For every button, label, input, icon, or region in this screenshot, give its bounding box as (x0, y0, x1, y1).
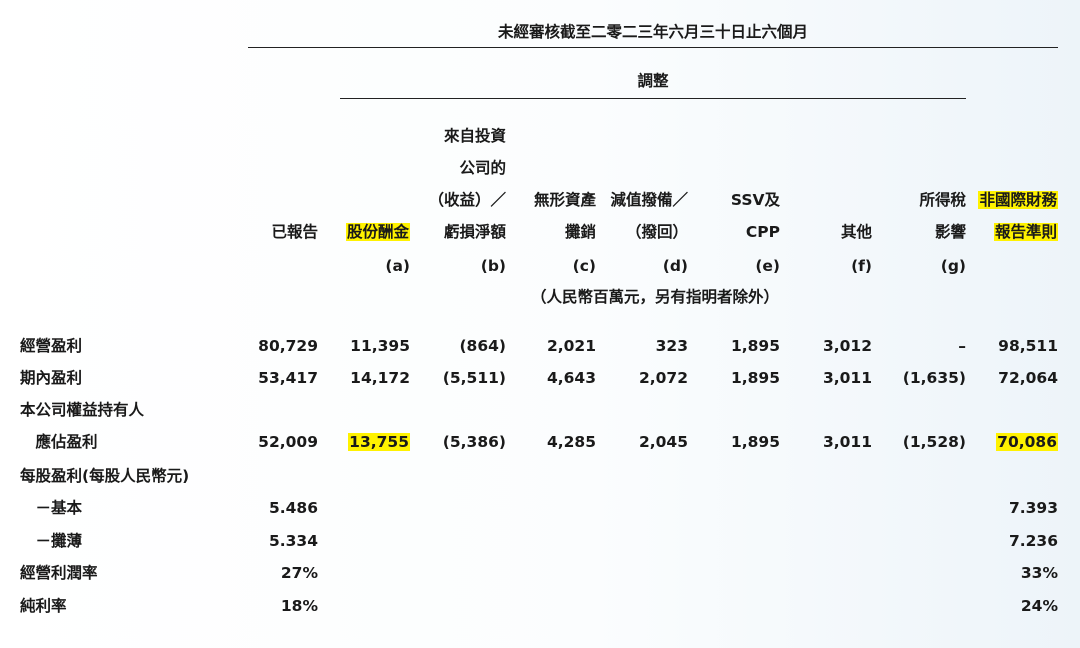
cell-value: 7.393 (1008, 499, 1058, 517)
row-label: 每股盈利(每股人民幣元) (20, 467, 190, 485)
table-cell: 11,395 (310, 336, 410, 356)
cell-value: 3,012 (822, 337, 872, 355)
column-tag: (c) (572, 257, 596, 275)
table-cell: (1,635) (866, 368, 966, 388)
column-header-text: 公司的 (459, 159, 506, 177)
table-cell: 1,895 (680, 368, 780, 388)
cell-value: 14,172 (350, 369, 410, 387)
row-label: 期內盈利 (20, 369, 83, 387)
row-label: 經營利潤率 (20, 564, 98, 582)
column-header-line: 公司的 (376, 158, 506, 178)
column-header-line: 來自投資 (376, 126, 506, 146)
cell-value: (1,635) (902, 369, 966, 387)
table-cell: 53,417 (218, 368, 318, 388)
adjustments-label: 調整 (637, 72, 669, 90)
table-cell: – (866, 336, 966, 356)
table-cell: 70,086 (958, 432, 1058, 452)
adjustments-rule (340, 98, 966, 99)
cell-value: 7.236 (1008, 532, 1058, 550)
cell-value: 5.334 (268, 532, 318, 550)
table-cell: 1,895 (680, 336, 780, 356)
row-label: －基本 (20, 499, 83, 517)
cell-value: 3,011 (822, 369, 872, 387)
table-title: 未經審核截至二零二三年六月三十日止六個月 (497, 23, 808, 41)
column-header-text: 報告準則 (993, 223, 1058, 241)
row-label: －攤薄 (20, 532, 83, 550)
table-cell: 7.393 (958, 498, 1058, 518)
table-cell: (1,528) (866, 432, 966, 452)
table-cell: 52,009 (218, 432, 318, 452)
table-cell: 14,172 (310, 368, 410, 388)
table-cell: (5,511) (406, 368, 506, 388)
column-tag: (a) (385, 257, 410, 275)
column-header-text: 來自投資 (443, 127, 506, 145)
table-cell: 18% (218, 596, 318, 616)
column-header-text: 非國際財務 (978, 191, 1058, 209)
table-cell: 1,895 (680, 432, 780, 452)
row-label: 應佔盈利 (20, 433, 98, 451)
column-tag: (b) (480, 257, 506, 275)
cell-value: (1,528) (902, 433, 966, 451)
cell-value: 3,011 (822, 433, 872, 451)
column-tag: (d) (662, 257, 688, 275)
table-cell: 4,285 (496, 432, 596, 452)
table-cell: 2,072 (588, 368, 688, 388)
cell-value: 27% (280, 564, 318, 582)
table-cell: 24% (958, 596, 1058, 616)
table-cell: 72,064 (958, 368, 1058, 388)
table-cell: 7.236 (958, 531, 1058, 551)
column-tag: (e) (755, 257, 780, 275)
table-cell: 80,729 (218, 336, 318, 356)
column-header-line: 報告準則 (928, 222, 1058, 242)
cell-value: 72,064 (998, 369, 1058, 387)
cell-value: 5.486 (268, 499, 318, 517)
table-cell: 98,511 (958, 336, 1058, 356)
table-cell: 2,045 (588, 432, 688, 452)
table-cell: 4,643 (496, 368, 596, 388)
column-tag: (f) (851, 257, 872, 275)
row-label: 本公司權益持有人 (20, 401, 145, 419)
table-cell: 2,021 (496, 336, 596, 356)
column-header-line: 非國際財務 (928, 190, 1058, 210)
table-cell: 323 (588, 336, 688, 356)
unit-note: （人民幣百萬元，另有指明者除外） (530, 288, 779, 306)
row-label: 純利率 (20, 597, 67, 615)
row-label: 經營盈利 (20, 337, 83, 355)
cell-value: 33% (1020, 564, 1058, 582)
table-cell: 3,011 (772, 432, 872, 452)
column-header-line: SSV及 (650, 190, 780, 210)
table-cell: 33% (958, 563, 1058, 583)
title-rule (248, 47, 1058, 48)
table-cell: 27% (218, 563, 318, 583)
column-header-text: SSV及 (730, 191, 780, 209)
table-cell: 3,011 (772, 368, 872, 388)
column-tag: (g) (940, 257, 966, 275)
cell-value: 70,086 (996, 433, 1058, 451)
cell-value: 98,511 (998, 337, 1058, 355)
cell-value: 18% (280, 597, 318, 615)
table-cell: 3,012 (772, 336, 872, 356)
table-cell: (5,386) (406, 432, 506, 452)
cell-value: 24% (1020, 597, 1058, 615)
cell-value: 11,395 (350, 337, 410, 355)
table-cell: 5.486 (218, 498, 318, 518)
table-cell: 13,755 (310, 432, 410, 452)
table-cell: (864) (406, 336, 506, 356)
table-cell: 5.334 (218, 531, 318, 551)
page: { "title": "未經審核截至二零二三年六月三十日止六個月", "adju… (0, 0, 1080, 648)
cell-value: 13,755 (348, 433, 410, 451)
